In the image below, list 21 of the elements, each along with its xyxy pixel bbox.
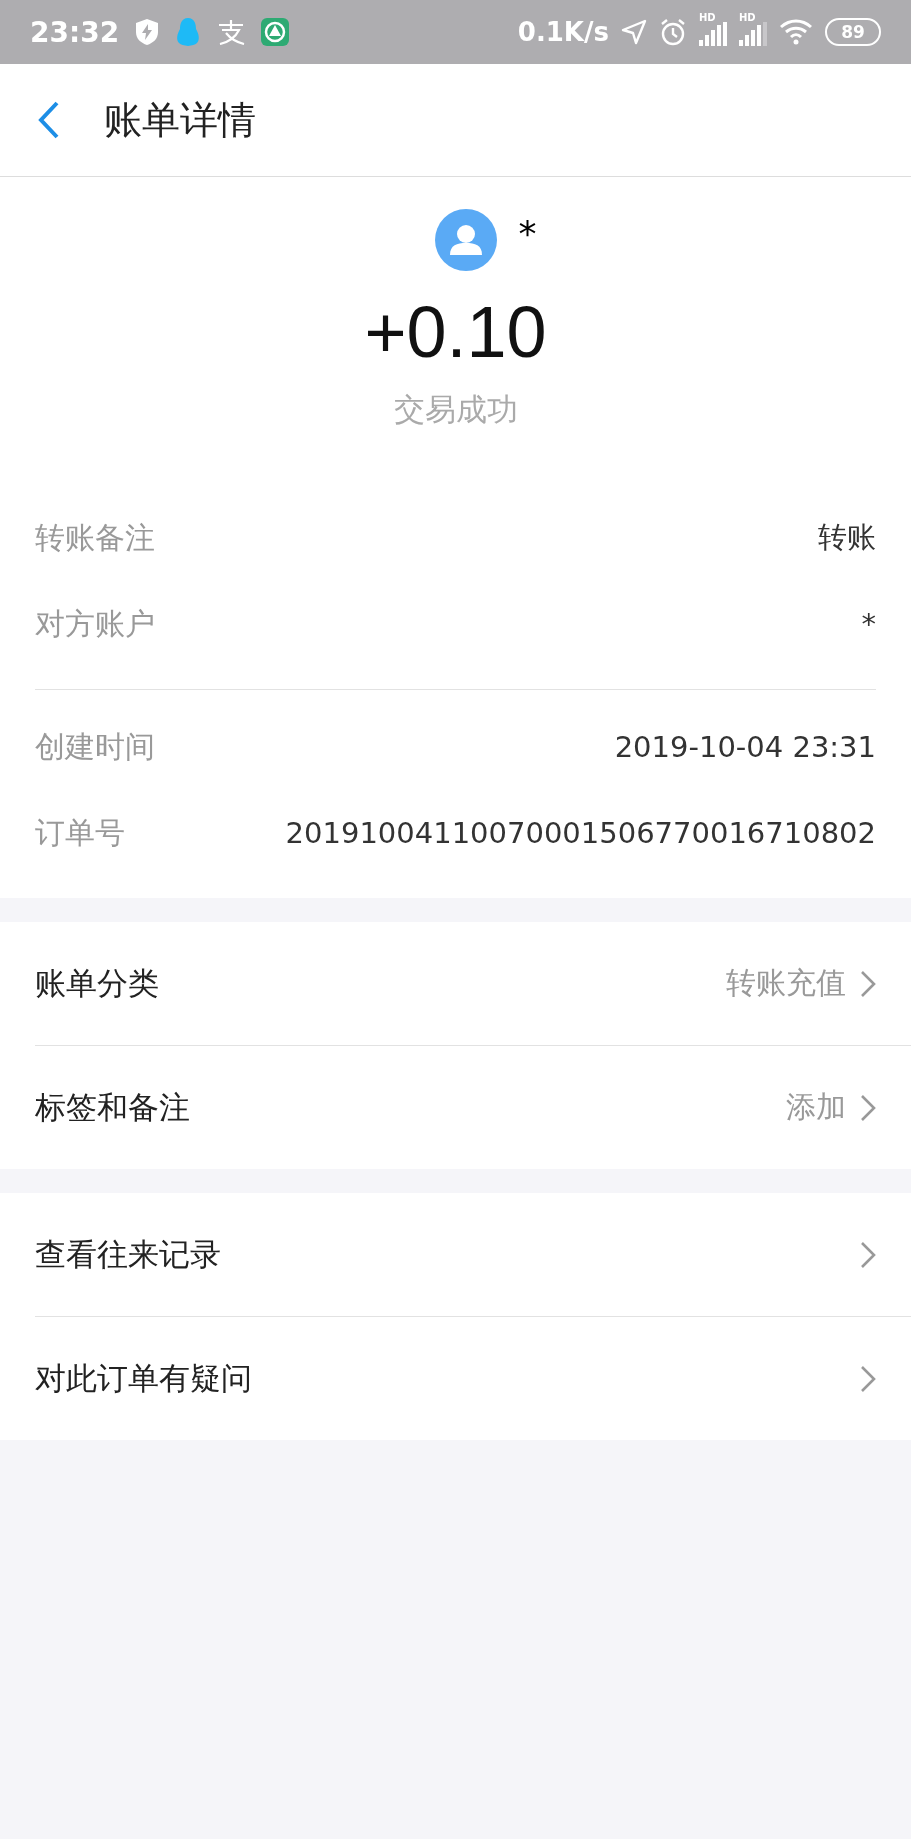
menu-item[interactable]: 查看往来记录 — [35, 1193, 911, 1316]
detail-value: 2019-10-04 23:31 — [614, 730, 876, 764]
signal-label: HD — [739, 12, 756, 23]
detail-label: 订单号 — [35, 813, 125, 852]
detail-value: 转账 — [818, 519, 876, 556]
menu-item[interactable]: 对此订单有疑问 — [35, 1316, 911, 1440]
network-speed: 0.1K/s — [517, 17, 609, 47]
detail-label: 转账备注 — [35, 518, 155, 557]
detail-value: * — [861, 607, 876, 641]
payee-name: * — [518, 213, 537, 254]
detail-label: 创建时间 — [35, 727, 155, 766]
menu-item[interactable]: 账单分类 转账充值 — [35, 922, 911, 1045]
battery-icon: 89 — [825, 18, 881, 46]
menu-item[interactable]: 标签和备注 添加 — [35, 1045, 911, 1169]
signal-label: HD — [699, 12, 716, 23]
clock: 23:32 — [30, 15, 120, 49]
detail-label: 对方账户 — [35, 604, 155, 643]
transaction-status: 交易成功 — [393, 390, 518, 429]
detail-value: 20191004110070001506770016710802 — [285, 816, 876, 850]
amount: +0.10 — [364, 291, 547, 373]
page-title: 账单详情 — [104, 96, 256, 144]
